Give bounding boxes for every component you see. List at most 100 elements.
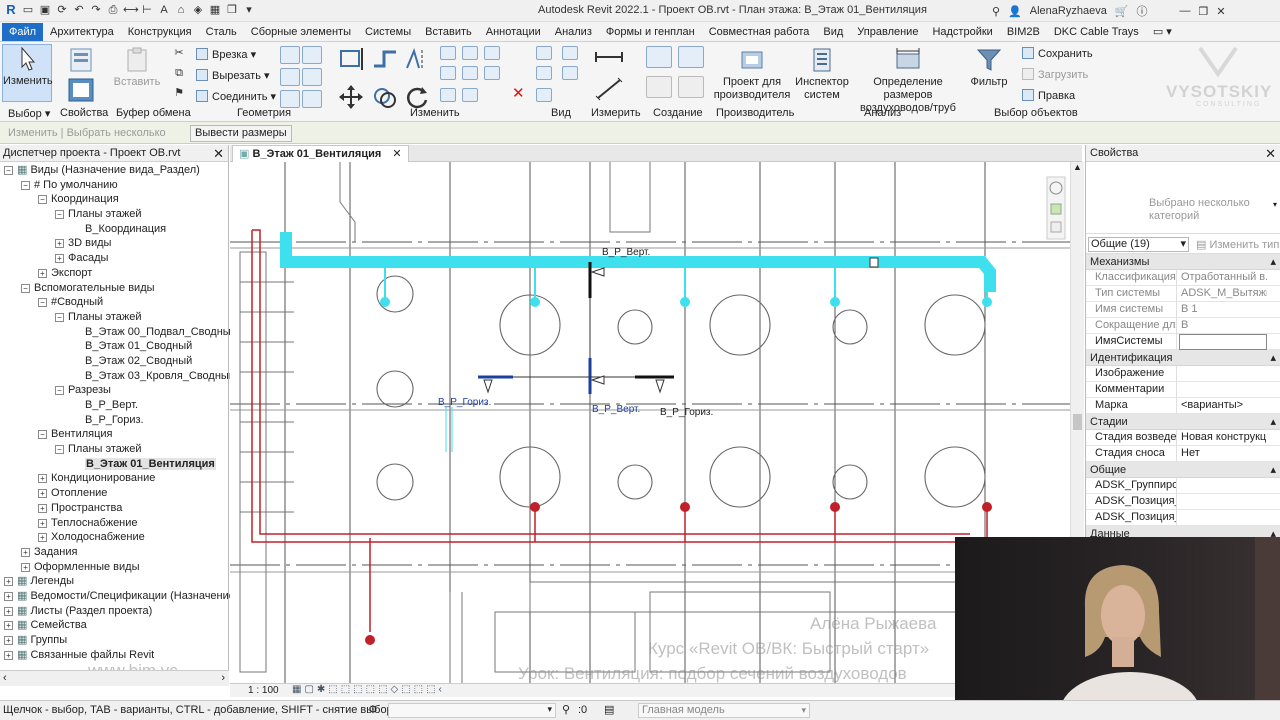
collapse-icon[interactable]: −: [55, 312, 64, 322]
scroll-left-icon[interactable]: ‹: [3, 672, 7, 684]
tree-item[interactable]: + Отопление: [0, 486, 228, 501]
mirror-icon[interactable]: [402, 46, 432, 72]
property-value[interactable]: Нет: [1179, 446, 1267, 462]
tab-15[interactable]: DKC Cable Trays: [1047, 23, 1146, 41]
tree-item[interactable]: + Экспорт: [0, 266, 228, 281]
expand-icon[interactable]: +: [38, 518, 47, 528]
navigation-bar[interactable]: [1046, 176, 1066, 240]
tab-2[interactable]: Конструкция: [121, 23, 199, 41]
section-marks[interactable]: [478, 262, 674, 394]
tab-7[interactable]: Аннотации: [479, 23, 548, 41]
expand-icon[interactable]: +: [55, 254, 64, 264]
system-inspector-button[interactable]: Инспектор систем: [792, 46, 852, 102]
tree-item[interactable]: +3D виды: [0, 236, 228, 251]
tab-10[interactable]: Совместная работа: [702, 23, 817, 41]
join-button[interactable]: Соединить ▾: [196, 90, 276, 103]
pin-icon[interactable]: [484, 66, 500, 80]
tree-item[interactable]: − Координация: [0, 192, 228, 207]
cut-icon[interactable]: ✂: [172, 46, 186, 60]
create-similar-icon[interactable]: [646, 46, 672, 68]
restore-icon[interactable]: ❐: [1199, 5, 1209, 18]
tree-item[interactable]: + ▦ Ведомости/Спецификации (Назначение: [0, 589, 235, 604]
array-icon[interactable]: [440, 66, 456, 80]
manufacturer-project-button[interactable]: Проект для производителя: [712, 46, 792, 102]
close-icon[interactable]: ✕: [213, 145, 224, 162]
redo-icon[interactable]: ↷: [89, 3, 103, 17]
geometry-tool-icon[interactable]: [302, 90, 322, 108]
view-tool-icon[interactable]: [536, 88, 552, 102]
tree-item[interactable]: − Планы этажей: [0, 207, 228, 222]
panel-select[interactable]: Выбор ▾: [8, 107, 50, 120]
tab-5[interactable]: Системы: [358, 23, 418, 41]
trim-icon[interactable]: [440, 46, 456, 60]
expand-icon[interactable]: +: [4, 606, 13, 616]
editing-requests-icon[interactable]: ⚲: [562, 703, 570, 716]
view-control-icons[interactable]: ▦▢✱⬚⬚⬚⬚⬚◇⬚⬚⬚‹: [292, 684, 445, 695]
collapse-icon[interactable]: −: [38, 195, 47, 205]
tree-item[interactable]: − Разрезы: [0, 383, 228, 398]
minimize-icon[interactable]: —: [1180, 5, 1191, 17]
chevron-down-icon[interactable]: ▾: [1273, 200, 1277, 209]
tab-13[interactable]: Надстройки: [925, 23, 999, 41]
tree-item[interactable]: − #Сводный: [0, 295, 228, 310]
property-group-header[interactable]: Стадии ▴: [1086, 414, 1280, 430]
design-option-select[interactable]: Главная модель ▾: [638, 703, 810, 718]
geometry-tool-icon[interactable]: [280, 90, 300, 108]
geometry-tool-icon[interactable]: [280, 68, 300, 86]
delete-icon[interactable]: ✕: [512, 84, 525, 102]
save-selection-button[interactable]: Сохранить: [1022, 47, 1093, 60]
offset-icon[interactable]: [370, 46, 400, 72]
expand-icon[interactable]: +: [55, 239, 64, 249]
tree-item[interactable]: − Планы этажей: [0, 310, 228, 325]
align-icon[interactable]: [338, 46, 368, 72]
print-icon[interactable]: ⎙: [106, 3, 120, 17]
user-icon[interactable]: 👤: [1008, 5, 1022, 18]
expand-icon[interactable]: +: [21, 562, 30, 572]
tree-item[interactable]: + ▦ Семейства: [0, 618, 228, 633]
tree-item[interactable]: + ▦ Листы (Раздел проекта): [0, 604, 228, 619]
cart-icon[interactable]: 🛒: [1115, 5, 1129, 18]
dimension-icon[interactable]: ⊢: [140, 3, 154, 17]
property-value[interactable]: Новая конструкц...: [1179, 430, 1267, 446]
view-tool-icon[interactable]: [562, 66, 578, 80]
property-group-header[interactable]: Механизмы ▴: [1086, 254, 1280, 270]
property-value[interactable]: [1179, 334, 1267, 350]
edit-type-button[interactable]: ▤ Изменить тип: [1196, 238, 1279, 251]
property-group-header[interactable]: Общие ▴: [1086, 462, 1280, 478]
cut-out-button[interactable]: Вырезать ▾: [196, 69, 270, 82]
copy-icon[interactable]: ⧉: [172, 66, 186, 80]
close-hidden-icon[interactable]: ▦: [208, 3, 222, 17]
expand-icon[interactable]: +: [4, 577, 13, 587]
paste-button[interactable]: Вставить: [112, 46, 162, 102]
tree-item[interactable]: В_Координация: [0, 222, 228, 237]
tree-item[interactable]: В_Р_Верт.: [0, 398, 228, 413]
section-tag-hor-1[interactable]: В_Р_Гориз.: [438, 397, 491, 408]
edit-selection-button[interactable]: Правка: [1022, 89, 1075, 102]
supply-duct[interactable]: [280, 232, 996, 307]
section-tag-hor-2[interactable]: В_Р_Гориз.: [660, 407, 713, 418]
create-group-icon[interactable]: [678, 46, 704, 68]
expand-icon[interactable]: +: [4, 621, 13, 631]
geometry-tool-icon[interactable]: [280, 46, 300, 64]
save-icon[interactable]: ▣: [38, 3, 52, 17]
section-tag-vert-1[interactable]: В_Р_Верт.: [602, 247, 650, 258]
view-tool-icon[interactable]: [536, 46, 552, 60]
property-value[interactable]: [1179, 366, 1267, 382]
3d-view-icon[interactable]: ⌂: [174, 3, 188, 17]
browser-scrollbar[interactable]: ‹ ›: [0, 670, 229, 686]
tree-item[interactable]: − ▦ Виды (Назначение вида_Раздел): [0, 163, 228, 178]
measure-distance-icon[interactable]: [594, 46, 624, 68]
expand-icon[interactable]: +: [4, 636, 13, 645]
property-value[interactable]: [1179, 382, 1267, 398]
expand-icon[interactable]: +: [21, 547, 30, 557]
collapse-icon[interactable]: −: [38, 298, 47, 308]
workset-icon[interactable]: ⚙: [368, 703, 378, 716]
tree-item[interactable]: + ▦ Легенды: [0, 574, 228, 589]
tree-item[interactable]: + Теплоснабжение: [0, 516, 228, 531]
floor-plan[interactable]: [230, 162, 1070, 683]
property-value[interactable]: [1179, 478, 1267, 494]
expand-icon[interactable]: +: [38, 503, 47, 513]
filter-button[interactable]: Фильтр: [968, 46, 1010, 102]
close-icon[interactable]: ✕: [1216, 5, 1225, 18]
geometry-tool-icon[interactable]: [302, 46, 322, 64]
